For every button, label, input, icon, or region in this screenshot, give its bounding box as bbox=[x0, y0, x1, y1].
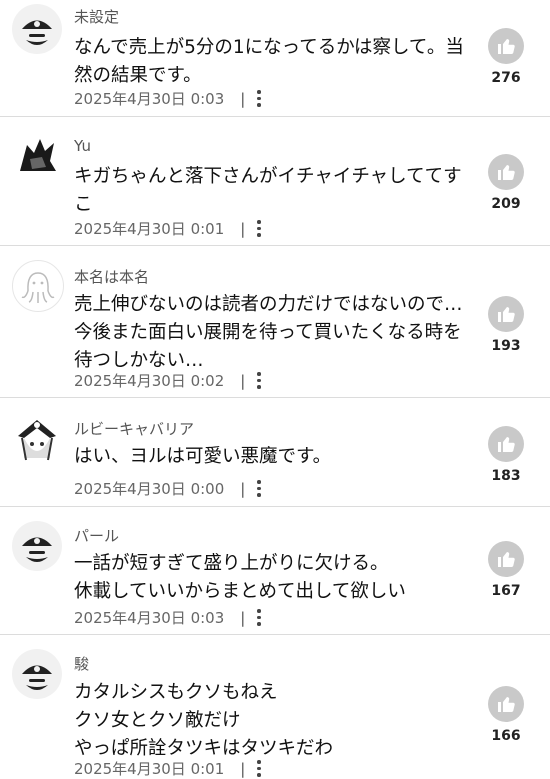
more-options-icon[interactable] bbox=[257, 90, 261, 107]
comment-meta: 2025年4月30日 0:00 | bbox=[74, 478, 261, 499]
comment-item: パール 一話が短すぎて盛り上がりに欠ける。 休載していいからまとめて出して欲しい… bbox=[0, 507, 550, 635]
thumbs-up-button[interactable] bbox=[488, 28, 524, 64]
like-widget: 209 bbox=[487, 154, 525, 212]
comment-item: Yu キガちゃんと落下さんがイチャイチャしててすこ 2025年4月30日 0:0… bbox=[0, 117, 550, 246]
like-count: 183 bbox=[491, 468, 521, 484]
like-widget: 193 bbox=[487, 296, 525, 354]
thumbs-up-button[interactable] bbox=[488, 154, 524, 190]
comment-item: 駿 カタルシスもクソもねえ クソ女とクソ敵だけ やっぱ所詮タツキはタツキだわ 2… bbox=[0, 635, 550, 778]
like-widget: 166 bbox=[487, 686, 525, 744]
comment-text: カタルシスもクソもねえ クソ女とクソ敵だけ やっぱ所詮タツキはタツキだわ bbox=[74, 682, 334, 759]
thumbs-up-icon bbox=[498, 697, 515, 712]
separator: | bbox=[240, 608, 246, 627]
pirate-avatar-icon[interactable] bbox=[12, 521, 62, 571]
comment-item: ルビーキャバリア はい、ヨルは可愛い悪魔です。 2025年4月30日 0:00 … bbox=[0, 398, 550, 507]
comment-username[interactable]: ルビーキャバリア bbox=[74, 418, 194, 439]
more-options-icon[interactable] bbox=[257, 480, 261, 497]
thumbs-up-icon bbox=[498, 552, 515, 567]
like-count: 276 bbox=[491, 70, 521, 86]
like-count: 209 bbox=[491, 196, 521, 212]
like-widget: 183 bbox=[487, 426, 525, 484]
comment-username[interactable]: パール bbox=[74, 525, 119, 546]
pirate-avatar-icon[interactable] bbox=[12, 649, 62, 699]
comment-text: はい、ヨルは可愛い悪魔です。 bbox=[74, 446, 332, 467]
comment-meta: 2025年4月30日 0:01 | bbox=[74, 758, 261, 779]
thumbs-up-button[interactable] bbox=[488, 426, 524, 462]
thumbs-up-button[interactable] bbox=[488, 296, 524, 332]
comment-meta: 2025年4月30日 0:02 | bbox=[74, 370, 261, 391]
anime-girl-avatar-icon[interactable] bbox=[12, 414, 62, 464]
like-widget: 276 bbox=[487, 28, 525, 86]
comment-list: 未設定 なんで売上が5分の1になってるかは察して。当然の結果です。 2025年4… bbox=[0, 0, 550, 778]
comment-timestamp: 2025年4月30日 0:00 bbox=[74, 480, 225, 498]
comment-item: 未設定 なんで売上が5分の1になってるかは察して。当然の結果です。 2025年4… bbox=[0, 0, 550, 117]
thumbs-up-icon bbox=[498, 307, 515, 322]
comment-username[interactable]: 本名は本名 bbox=[74, 266, 149, 287]
separator: | bbox=[240, 479, 246, 498]
comment-timestamp: 2025年4月30日 0:03 bbox=[74, 90, 225, 108]
more-options-icon[interactable] bbox=[257, 372, 261, 389]
separator: | bbox=[240, 219, 246, 238]
comment-text: キガちゃんと落下さんがイチャイチャしててすこ bbox=[74, 166, 462, 215]
separator: | bbox=[240, 371, 246, 390]
comment-timestamp: 2025年4月30日 0:03 bbox=[74, 609, 225, 627]
comment-text: 売上伸びないのは読者の力だけではないので…今後また面白い展開を待って買いたくなる… bbox=[74, 294, 463, 371]
thumbs-up-icon bbox=[498, 165, 515, 180]
more-options-icon[interactable] bbox=[257, 760, 261, 777]
like-count: 167 bbox=[491, 583, 521, 599]
comment-timestamp: 2025年4月30日 0:01 bbox=[74, 760, 225, 778]
comment-text: なんで売上が5分の1になってるかは察して。当然の結果です。 bbox=[74, 37, 464, 86]
thumbs-up-button[interactable] bbox=[488, 686, 524, 722]
comment-username[interactable]: 未設定 bbox=[74, 6, 119, 27]
like-widget: 167 bbox=[487, 541, 525, 599]
comment-meta: 2025年4月30日 0:01 | bbox=[74, 218, 261, 239]
more-options-icon[interactable] bbox=[257, 220, 261, 237]
comment-text: 一話が短すぎて盛り上がりに欠ける。 休載していいからまとめて出して欲しい bbox=[74, 553, 406, 602]
comment-username[interactable]: Yu bbox=[74, 137, 91, 155]
comment-meta: 2025年4月30日 0:03 | bbox=[74, 88, 261, 109]
more-options-icon[interactable] bbox=[257, 609, 261, 626]
thumbs-up-icon bbox=[498, 39, 515, 54]
comment-meta: 2025年4月30日 0:03 | bbox=[74, 607, 261, 628]
manga-avatar-icon[interactable] bbox=[12, 131, 62, 181]
pirate-avatar-icon[interactable] bbox=[12, 4, 62, 54]
like-count: 166 bbox=[491, 728, 521, 744]
octopus-avatar-icon[interactable] bbox=[12, 260, 64, 312]
comment-timestamp: 2025年4月30日 0:02 bbox=[74, 372, 225, 390]
separator: | bbox=[240, 759, 246, 778]
like-count: 193 bbox=[491, 338, 521, 354]
comment-username[interactable]: 駿 bbox=[74, 653, 89, 674]
separator: | bbox=[240, 89, 246, 108]
comment-timestamp: 2025年4月30日 0:01 bbox=[74, 220, 225, 238]
comment-item: 本名は本名 売上伸びないのは読者の力だけではないので…今後また面白い展開を待って… bbox=[0, 246, 550, 398]
thumbs-up-button[interactable] bbox=[488, 541, 524, 577]
thumbs-up-icon bbox=[498, 437, 515, 452]
